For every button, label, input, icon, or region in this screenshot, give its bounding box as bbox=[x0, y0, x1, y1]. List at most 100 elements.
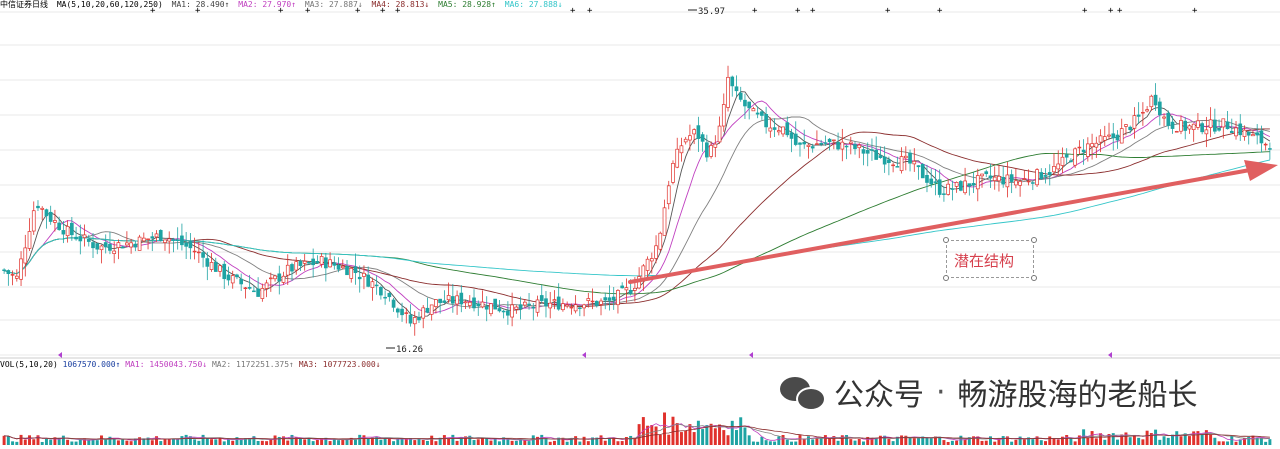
volume-bar bbox=[675, 423, 679, 445]
volume-bar bbox=[819, 437, 823, 445]
volume-bar bbox=[354, 439, 357, 445]
volume-bar bbox=[696, 420, 700, 445]
candle-body bbox=[425, 307, 430, 313]
candle-body bbox=[895, 166, 900, 168]
candle-body bbox=[675, 148, 680, 168]
candle-body bbox=[713, 143, 718, 148]
volume-bar bbox=[773, 441, 777, 445]
candle-body bbox=[192, 250, 197, 253]
event-marker: + bbox=[1117, 6, 1123, 16]
candle-body bbox=[1242, 129, 1247, 137]
candle-body bbox=[1001, 177, 1006, 185]
candle-body bbox=[861, 149, 866, 154]
candle-body bbox=[184, 242, 188, 247]
volume-bar bbox=[751, 441, 755, 445]
candle-body bbox=[273, 275, 277, 280]
volume-bar bbox=[705, 425, 709, 445]
volume-bar bbox=[231, 440, 235, 445]
volume-bar bbox=[95, 440, 99, 445]
candle-body bbox=[281, 275, 286, 283]
annotation-handle-bl[interactable] bbox=[943, 275, 949, 281]
watermark-dot: · bbox=[936, 374, 946, 410]
candle-body bbox=[565, 304, 569, 307]
volume-bar bbox=[442, 435, 446, 445]
candle-body bbox=[946, 183, 950, 195]
candle-body bbox=[611, 296, 616, 301]
candle-body bbox=[929, 178, 934, 185]
candle-body bbox=[302, 260, 307, 264]
candle-body bbox=[1111, 133, 1116, 139]
volume-bar bbox=[180, 436, 184, 445]
candle-body bbox=[99, 245, 104, 251]
ma-legend-header: 中信证券日线 MA(5,10,20,60,120,250) MA1: 28.49… bbox=[0, 0, 567, 10]
event-marker: + bbox=[937, 6, 943, 16]
candle-body bbox=[764, 114, 768, 128]
candle-body bbox=[726, 76, 730, 108]
candle-body bbox=[268, 277, 273, 280]
candle-body bbox=[776, 130, 781, 133]
candle-body bbox=[971, 183, 976, 186]
candle-body bbox=[975, 175, 980, 190]
event-marker: + bbox=[795, 6, 801, 16]
volume-bar bbox=[1056, 439, 1060, 445]
volume-bar bbox=[654, 426, 658, 445]
volume-bar bbox=[332, 439, 336, 445]
volume-bar bbox=[586, 441, 590, 445]
volume-bar bbox=[764, 440, 768, 445]
candle-body bbox=[290, 264, 294, 272]
candle-body bbox=[942, 193, 946, 195]
annotation-handle-tr[interactable] bbox=[1031, 237, 1037, 243]
wechat-icon bbox=[780, 375, 826, 411]
volume-bar bbox=[497, 441, 501, 445]
high-price-label: 35.97 bbox=[698, 7, 725, 17]
candle-body bbox=[324, 257, 328, 269]
candle-body bbox=[150, 236, 155, 239]
volume-bar bbox=[201, 434, 205, 445]
candle-body bbox=[57, 222, 61, 230]
volume-bar bbox=[40, 441, 44, 445]
candle-body bbox=[916, 165, 921, 168]
volume-bar bbox=[1065, 434, 1069, 445]
candle-body bbox=[429, 304, 434, 315]
candle-body bbox=[86, 238, 91, 242]
watermark-name: 畅游股海的老船长 bbox=[957, 378, 1198, 413]
volume-bar bbox=[1200, 434, 1204, 445]
volume-bar bbox=[1103, 439, 1107, 445]
low-price-label: 16.26 bbox=[396, 345, 423, 355]
candle-body bbox=[497, 308, 502, 312]
volume-bar bbox=[718, 424, 722, 445]
volume-bar bbox=[430, 435, 434, 445]
annotation-handle-br[interactable] bbox=[1031, 275, 1037, 281]
candle-body bbox=[561, 303, 565, 311]
candle-body bbox=[91, 242, 95, 249]
candle-body bbox=[705, 142, 709, 158]
volume-bar bbox=[908, 438, 912, 445]
candle-body bbox=[730, 76, 735, 87]
candle-body bbox=[683, 138, 688, 143]
volume-bar bbox=[303, 439, 307, 445]
volume-bar bbox=[836, 440, 840, 445]
volume-bar bbox=[1116, 439, 1119, 445]
candle-body bbox=[865, 149, 870, 154]
candle-body bbox=[141, 237, 146, 242]
volume-bar bbox=[1044, 441, 1047, 445]
candle-body bbox=[853, 144, 857, 150]
volume-bar bbox=[307, 438, 311, 445]
volume-bar bbox=[104, 439, 108, 445]
volume-bar bbox=[1268, 439, 1272, 445]
volume-bar bbox=[19, 434, 23, 445]
candle-body bbox=[1018, 181, 1022, 186]
volume-bar bbox=[980, 440, 984, 445]
event-marker: + bbox=[1108, 6, 1114, 16]
annotation-handle-tl[interactable] bbox=[943, 237, 949, 243]
volume-bar bbox=[616, 441, 620, 445]
volume-bar bbox=[78, 439, 82, 445]
candle-body bbox=[1191, 123, 1196, 130]
signal-marker bbox=[582, 352, 586, 358]
volume-bar bbox=[1230, 435, 1234, 445]
volume-bar bbox=[15, 441, 19, 445]
candle-body bbox=[1022, 178, 1027, 180]
candle-body bbox=[61, 230, 66, 235]
candle-body bbox=[467, 301, 472, 306]
candle-body bbox=[1149, 95, 1154, 108]
